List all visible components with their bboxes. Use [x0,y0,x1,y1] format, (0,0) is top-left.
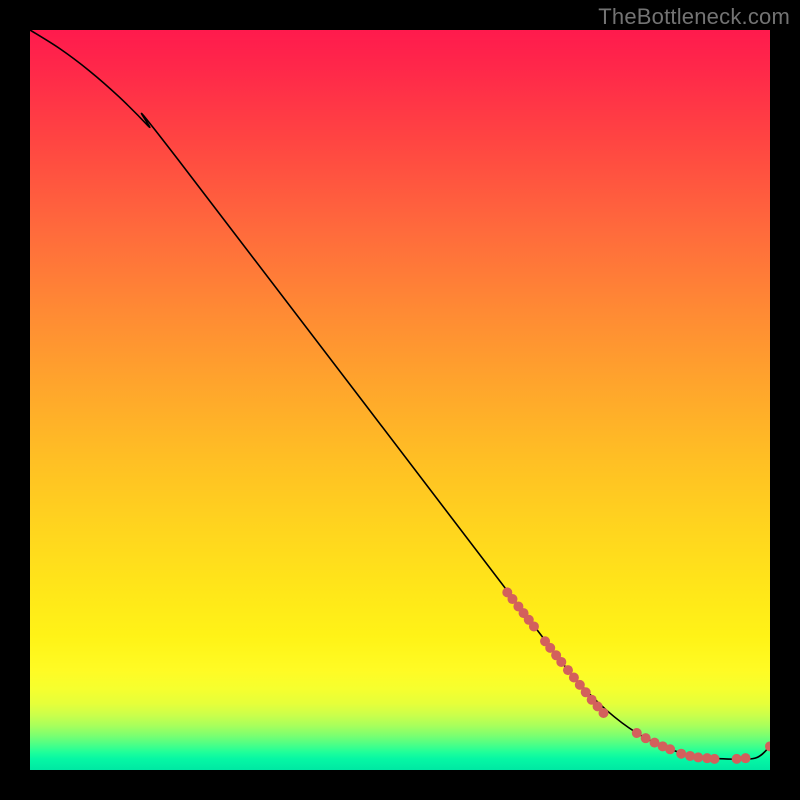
data-point [710,754,720,764]
data-point [732,754,742,764]
data-point [676,749,686,759]
data-point [641,733,651,743]
data-point [665,744,675,754]
chart-frame: TheBottleneck.com [0,0,800,800]
watermark-text: TheBottleneck.com [598,4,790,30]
plot-area [30,30,770,770]
data-point [599,708,609,718]
data-point [693,752,703,762]
data-point [741,753,751,763]
data-point [632,728,642,738]
data-point [529,621,539,631]
chart-overlay [30,30,770,770]
data-point [556,657,566,667]
curve-line [30,30,770,759]
data-points [502,587,770,764]
